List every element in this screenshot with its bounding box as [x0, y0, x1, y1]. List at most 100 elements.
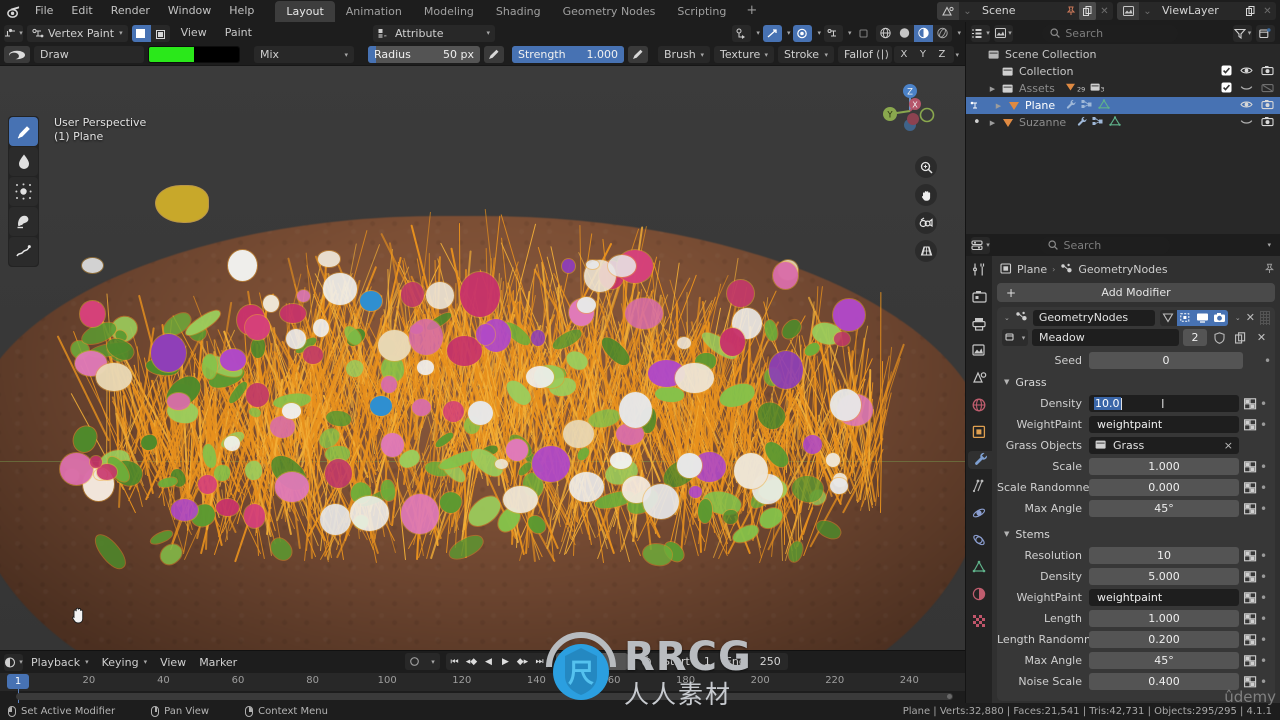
timeline-scrollbar[interactable]: [16, 693, 953, 700]
next-keyframe-icon[interactable]: ◆▸: [514, 653, 531, 670]
camera-icon[interactable]: [1210, 309, 1228, 326]
prev-keyframe-icon[interactable]: ◂◆: [463, 653, 480, 670]
viewlayer-browse-chevron[interactable]: ⌄: [1139, 2, 1156, 20]
editor-type-icon[interactable]: ▾: [4, 24, 23, 42]
annotate-tool[interactable]: [9, 237, 38, 266]
fake-user-shield-icon[interactable]: [1211, 329, 1228, 346]
properties-search-input[interactable]: Search: [1040, 236, 1171, 254]
play-reverse-icon[interactable]: ◀: [480, 653, 497, 670]
workspace-tab-scripting[interactable]: Scripting: [666, 1, 737, 22]
outliner-row-plane[interactable]: ▶ Plane: [966, 97, 1280, 114]
viewlayer-new-button[interactable]: [1242, 2, 1259, 20]
strength-pressure-icon[interactable]: [628, 46, 648, 63]
eye-icon[interactable]: [1240, 99, 1253, 113]
playhead[interactable]: 1: [7, 674, 29, 689]
vertex-select-icon[interactable]: [131, 24, 151, 42]
mesh-data-icon[interactable]: [1098, 98, 1110, 113]
draw-tool[interactable]: [9, 117, 38, 146]
modifier-tab[interactable]: [968, 451, 992, 469]
current-frame-field[interactable]: 1: [556, 653, 628, 670]
animate-property-dot[interactable]: •: [1258, 676, 1269, 688]
mesh-data-icon[interactable]: [1109, 115, 1121, 130]
record-icon[interactable]: [405, 653, 424, 670]
collection-count-3[interactable]: 3: [1090, 82, 1107, 96]
add-workspace-button[interactable]: +: [737, 0, 766, 22]
property-value-field[interactable]: weightpaint: [1089, 416, 1239, 433]
menu-edit[interactable]: Edit: [62, 0, 101, 22]
geometry-nodes-icon[interactable]: [1081, 99, 1093, 113]
attribute-toggle-icon[interactable]: [1243, 458, 1258, 475]
timeline-menu-keying[interactable]: Keying ▾: [97, 654, 152, 671]
smear-tool[interactable]: [9, 207, 38, 236]
strength-slider[interactable]: Strength 1.000: [512, 46, 624, 63]
pan-hand-icon[interactable]: [915, 184, 937, 206]
scene-name[interactable]: Scene: [976, 2, 1062, 20]
menu-window[interactable]: Window: [159, 0, 220, 22]
timeline-editor-icon[interactable]: ▾: [4, 653, 23, 671]
checkbox-checked-icon[interactable]: [1221, 65, 1232, 79]
brush-preview-icon[interactable]: [4, 46, 30, 63]
mesh-count-29[interactable]: 29: [1065, 82, 1085, 96]
gizmo-icon[interactable]: [823, 24, 843, 42]
workspace-tab-layout[interactable]: Layout: [275, 0, 335, 22]
animate-property-dot[interactable]: •: [1262, 355, 1273, 367]
camera-disabled-icon[interactable]: [1261, 82, 1274, 96]
brush-name-field[interactable]: Draw: [34, 46, 144, 63]
face-select-icon[interactable]: [151, 25, 170, 42]
eye-closed-icon[interactable]: [1240, 116, 1253, 130]
new-copy-icon[interactable]: [1232, 329, 1249, 346]
viewport-canvas[interactable]: User Perspective (1) Plane X Y Z: [0, 66, 965, 650]
section-header-stems[interactable]: ▼ Stems: [997, 524, 1275, 544]
edit-mode-icon[interactable]: [1159, 309, 1177, 326]
eye-closed-icon[interactable]: [1240, 82, 1253, 96]
disclosure-triangle[interactable]: ▶: [986, 85, 999, 93]
pin-icon[interactable]: [1264, 263, 1275, 277]
property-input-editing[interactable]: 10.0 I: [1089, 395, 1239, 412]
data-tab[interactable]: [969, 559, 989, 577]
monitor-icon[interactable]: [1193, 309, 1211, 326]
radius-slider[interactable]: Radius 50 px: [368, 46, 480, 63]
checkbox-checked-icon[interactable]: [1221, 82, 1232, 96]
physics-tab[interactable]: [969, 505, 989, 523]
primary-color-swatch[interactable]: [149, 47, 194, 62]
properties-editor-icon[interactable]: ▾: [971, 236, 990, 254]
menu-file[interactable]: File: [26, 0, 62, 22]
attribute-toggle-icon[interactable]: [1243, 631, 1258, 648]
blender-logo-icon[interactable]: [0, 5, 26, 18]
animate-property-dot[interactable]: •: [1258, 398, 1269, 410]
blur-tool[interactable]: [9, 147, 38, 176]
section-header-grass[interactable]: ▼ Grass: [997, 372, 1275, 392]
object-field[interactable]: Grass ×: [1089, 437, 1239, 454]
texture-tab[interactable]: [969, 613, 989, 631]
pin-icon[interactable]: [1062, 2, 1079, 20]
geometry-nodes-icon[interactable]: [1092, 116, 1104, 130]
texture-popover[interactable]: Texture ▾: [714, 46, 774, 63]
property-value-field[interactable]: 0.000: [1089, 479, 1239, 496]
property-value-field[interactable]: 1.000: [1089, 610, 1239, 627]
record-chevron[interactable]: ▾: [426, 653, 440, 670]
attribute-toggle-icon[interactable]: [1243, 610, 1258, 627]
zoom-icon[interactable]: [915, 156, 937, 178]
attribute-toggle-icon[interactable]: [1243, 568, 1258, 585]
viewport-menu-view[interactable]: View: [174, 22, 214, 44]
orthographic-grid-icon[interactable]: [915, 240, 937, 262]
disclosure-triangle[interactable]: ▶: [992, 102, 1005, 110]
properties-options-chevron[interactable]: ▾: [1267, 241, 1271, 249]
render-tab[interactable]: [969, 289, 989, 307]
eye-icon[interactable]: [1240, 65, 1253, 79]
camera-icon[interactable]: [1261, 99, 1274, 113]
scene-close-icon[interactable]: ✕: [1096, 2, 1113, 20]
brush-popover[interactable]: Brush ▾: [658, 46, 710, 63]
symmetry-y-button[interactable]: Y: [913, 46, 932, 63]
outliner-display-icon[interactable]: ▾: [971, 24, 990, 42]
nodegroup-users-count[interactable]: 2: [1183, 329, 1207, 346]
new-collection-icon[interactable]: [1255, 24, 1275, 42]
breadcrumb-modifier[interactable]: GeometryNodes: [1078, 263, 1167, 276]
property-value-field[interactable]: 5.000: [1089, 568, 1239, 585]
constraints-tab[interactable]: [969, 532, 989, 550]
proportional-falloff-icon[interactable]: [793, 24, 813, 42]
animate-property-dot[interactable]: •: [1258, 503, 1269, 515]
workspace-tab-shading[interactable]: Shading: [485, 1, 552, 22]
outliner-search-input[interactable]: Search: [1042, 24, 1179, 42]
id-type-icon[interactable]: ▾: [994, 24, 1013, 42]
